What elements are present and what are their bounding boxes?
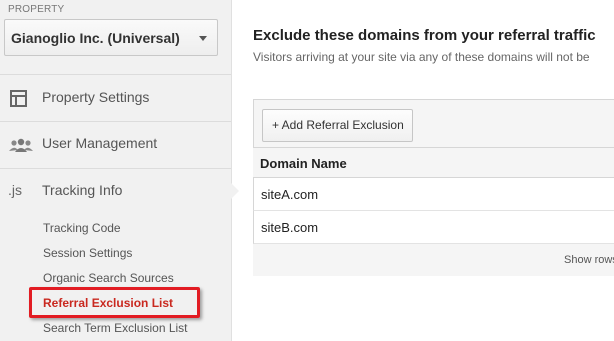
table-row[interactable]: siteA.com (253, 178, 614, 211)
property-label: PROPERTY (8, 4, 65, 15)
active-pointer-arrow (231, 183, 239, 199)
add-referral-exclusion-button[interactable]: + Add Referral Exclusion (262, 109, 413, 142)
table-footer: Show rows (253, 244, 614, 276)
table-row[interactable]: siteB.com (253, 211, 614, 244)
sidebar-subitem-tracking-code[interactable]: Tracking Code (43, 221, 121, 235)
users-icon (9, 135, 33, 155)
property-select[interactable]: Gianoglio Inc. (Universal) (4, 19, 218, 56)
domain-cell: siteA.com (261, 187, 319, 202)
page-subtitle: Visitors arriving at your site via any o… (253, 50, 590, 64)
js-icon: .js (8, 182, 22, 198)
sidebar-item-tracking-info[interactable]: .js Tracking Info (0, 169, 231, 215)
divider (0, 74, 231, 75)
sidebar-subitem-search-term-exclusion-list[interactable]: Search Term Exclusion List (43, 321, 188, 335)
page-title: Exclude these domains from your referral… (253, 27, 596, 44)
column-header-domain-name[interactable]: Domain Name (260, 156, 347, 171)
property-select-value: Gianoglio Inc. (Universal) (11, 30, 180, 46)
domain-cell: siteB.com (261, 220, 319, 235)
layout-icon (9, 89, 29, 109)
table-header: Domain Name (253, 147, 614, 178)
sidebar-item-user-management[interactable]: User Management (0, 122, 231, 168)
sidebar-item-property-settings[interactable]: Property Settings (0, 76, 231, 122)
sidebar-item-label: Tracking Info (42, 182, 123, 198)
sidebar-subitem-organic-search-sources[interactable]: Organic Search Sources (43, 271, 174, 285)
sidebar-subitem-session-settings[interactable]: Session Settings (43, 246, 132, 260)
chevron-down-icon (199, 36, 207, 41)
sidebar-item-label: Property Settings (42, 89, 150, 105)
show-rows-label[interactable]: Show rows (564, 254, 614, 266)
sidebar-item-label: User Management (42, 135, 158, 151)
highlight-annotation (29, 287, 200, 318)
